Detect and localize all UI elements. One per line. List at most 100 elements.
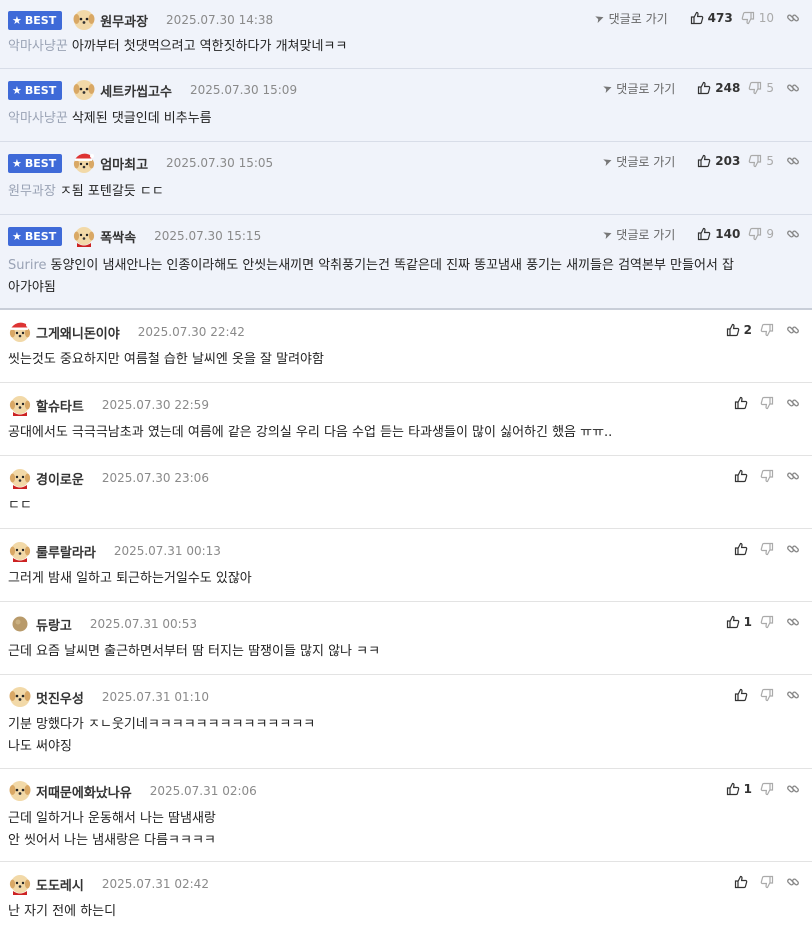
upvote-button[interactable]: 473 <box>690 11 733 25</box>
thumbs-up-icon <box>690 11 704 25</box>
downvote-button[interactable]: 5 <box>748 81 774 95</box>
timestamp: 2025.07.30 15:05 <box>166 156 274 170</box>
nickname[interactable]: 경이로운 <box>36 469 84 488</box>
link-icon[interactable] <box>786 688 800 702</box>
nickname[interactable]: 듀랑고 <box>36 615 72 634</box>
nickname[interactable]: 할슈타트 <box>36 396 84 415</box>
link-icon[interactable] <box>786 615 800 629</box>
goto-comment-link[interactable]: ➤ 댓글로 가기 <box>601 226 675 243</box>
comment: 듀랑고 2025.07.31 00:53 1 근데 요즘 날씨면 출근하면서부터… <box>0 602 812 675</box>
downvote-button[interactable] <box>760 396 774 410</box>
link-icon[interactable] <box>786 542 800 556</box>
link-icon[interactable] <box>786 323 800 337</box>
thumbs-down-icon <box>760 875 774 889</box>
thumbs-up-icon <box>734 396 748 410</box>
downvote-button[interactable]: 10 <box>741 11 774 25</box>
downvote-button[interactable] <box>760 323 774 337</box>
send-arrow-icon: ➤ <box>593 10 607 26</box>
thumbs-down-icon <box>760 396 774 410</box>
upvote-button[interactable] <box>734 396 752 410</box>
comment-body: 씻는것도 중요하지만 여름철 습한 날씨엔 옷을 잘 말려야함 <box>8 352 324 367</box>
link-icon[interactable] <box>786 875 800 889</box>
link-icon[interactable] <box>786 81 800 95</box>
link-icon[interactable] <box>786 11 800 25</box>
downvote-count: 10 <box>758 11 774 25</box>
thumbs-up-icon <box>697 81 711 95</box>
upvote-button[interactable]: 2 <box>726 323 752 337</box>
puppy-avatar[interactable] <box>72 78 96 102</box>
nickname[interactable]: 도도레시 <box>36 875 84 894</box>
thumbs-up-icon <box>726 615 740 629</box>
puppy-avatar[interactable] <box>8 779 32 803</box>
downvote-count: 5 <box>766 154 774 168</box>
timestamp: 2025.07.31 00:53 <box>89 617 197 631</box>
reply-target[interactable]: 악마사냥꾼 <box>8 39 68 54</box>
link-icon[interactable] <box>786 227 800 241</box>
comment-body: ㄷㄷ <box>8 498 32 513</box>
upvote-button[interactable] <box>734 542 752 556</box>
santa-puppy-avatar[interactable] <box>72 151 96 175</box>
upvote-button[interactable] <box>734 875 752 889</box>
upvote-button[interactable] <box>734 469 752 483</box>
upvote-button[interactable]: 1 <box>726 782 752 796</box>
downvote-button[interactable] <box>760 615 774 629</box>
comment-body: 기분 망했다가 ㅈㄴ웃기네ㅋㅋㅋㅋㅋㅋㅋㅋㅋㅋㅋㅋㅋㅋ 나도 써야징 <box>8 717 316 754</box>
santa-puppy-avatar[interactable] <box>8 872 32 896</box>
link-icon[interactable] <box>786 154 800 168</box>
goto-comment-link[interactable]: ➤ 댓글로 가기 <box>601 80 675 97</box>
comment: 저때문에화났나유 2025.07.31 02:06 1 근데 일하거나 운동해서… <box>0 769 812 862</box>
comment-body: 근데 요즘 날씨면 출근하면서부터 땀 터지는 땀쟁이들 많지 않나 ㅋㅋ <box>8 644 381 659</box>
downvote-button[interactable]: 9 <box>748 227 774 241</box>
reply-target[interactable]: 원무과장 <box>8 184 56 199</box>
link-icon[interactable] <box>786 469 800 483</box>
best-badge: ★ BEST <box>8 226 63 246</box>
downvote-button[interactable] <box>760 688 774 702</box>
upvote-button[interactable]: 1 <box>726 615 752 629</box>
nickname[interactable]: 멋진우성 <box>36 688 84 707</box>
thumbs-down-icon <box>741 11 755 25</box>
downvote-button[interactable] <box>760 875 774 889</box>
nickname[interactable]: 엄마최고 <box>100 154 148 173</box>
thumbs-up-icon <box>734 688 748 702</box>
downvote-button[interactable]: 5 <box>748 154 774 168</box>
santa-puppy-avatar[interactable] <box>8 393 32 417</box>
upvote-button[interactable]: 248 <box>697 81 740 95</box>
timestamp: 2025.07.31 01:10 <box>101 690 209 704</box>
round-avatar[interactable] <box>8 612 32 636</box>
nickname[interactable]: 폭싹속 <box>100 227 136 246</box>
nickname[interactable]: 저때문에화났나유 <box>36 782 132 801</box>
nickname[interactable]: 원무과장 <box>100 11 148 30</box>
upvote-button[interactable]: 203 <box>697 154 740 168</box>
link-icon[interactable] <box>786 396 800 410</box>
best-comment: ★ BEST 원무과장 2025.07.30 14:38 ➤ 댓글로 가기 473 … <box>0 0 812 69</box>
santa-puppy-avatar[interactable] <box>72 224 96 248</box>
downvote-button[interactable] <box>760 782 774 796</box>
thumbs-down-icon <box>748 81 762 95</box>
santa-puppy-avatar[interactable] <box>8 539 32 563</box>
comment-body: 근데 일하거나 운동해서 나는 땀냄새랑 안 씻어서 나는 냄새랑은 다름ㅋㅋㅋ… <box>8 811 216 848</box>
goto-comment-link[interactable]: ➤ 댓글로 가기 <box>601 153 675 170</box>
nickname[interactable]: 그게왜니돈이야 <box>36 323 120 342</box>
timestamp: 2025.07.31 00:13 <box>113 544 221 558</box>
comment-body: 원무과장 ㅈ됨 포텐갈듯 ㄷㄷ <box>8 184 164 199</box>
goto-comment-link[interactable]: ➤ 댓글로 가기 <box>593 10 667 27</box>
reply-target[interactable]: Surire <box>8 258 47 273</box>
star-icon: ★ <box>12 229 22 243</box>
send-arrow-icon: ➤ <box>601 226 615 242</box>
thumbs-up-icon <box>726 782 740 796</box>
puppy-avatar[interactable] <box>8 685 32 709</box>
link-icon[interactable] <box>786 782 800 796</box>
puppy-avatar[interactable] <box>72 8 96 32</box>
upvote-button[interactable] <box>734 688 752 702</box>
reply-target[interactable]: 악마사냥꾼 <box>8 111 68 126</box>
santa-puppy-avatar[interactable] <box>8 466 32 490</box>
timestamp: 2025.07.30 15:09 <box>189 83 298 97</box>
comment-body: 악마사냥꾼 아까부터 첫댓먹으려고 역한짓하다가 개쳐맞네ㅋㅋ <box>8 39 348 54</box>
downvote-button[interactable] <box>760 469 774 483</box>
santa-puppy-avatar[interactable] <box>8 320 32 344</box>
downvote-button[interactable] <box>760 542 774 556</box>
upvote-button[interactable]: 140 <box>697 227 740 241</box>
comment: 경이로운 2025.07.30 23:06 ㄷㄷ <box>0 456 812 529</box>
nickname[interactable]: 세트카씹고수 <box>100 81 172 100</box>
nickname[interactable]: 룰루랄라라 <box>36 542 96 561</box>
